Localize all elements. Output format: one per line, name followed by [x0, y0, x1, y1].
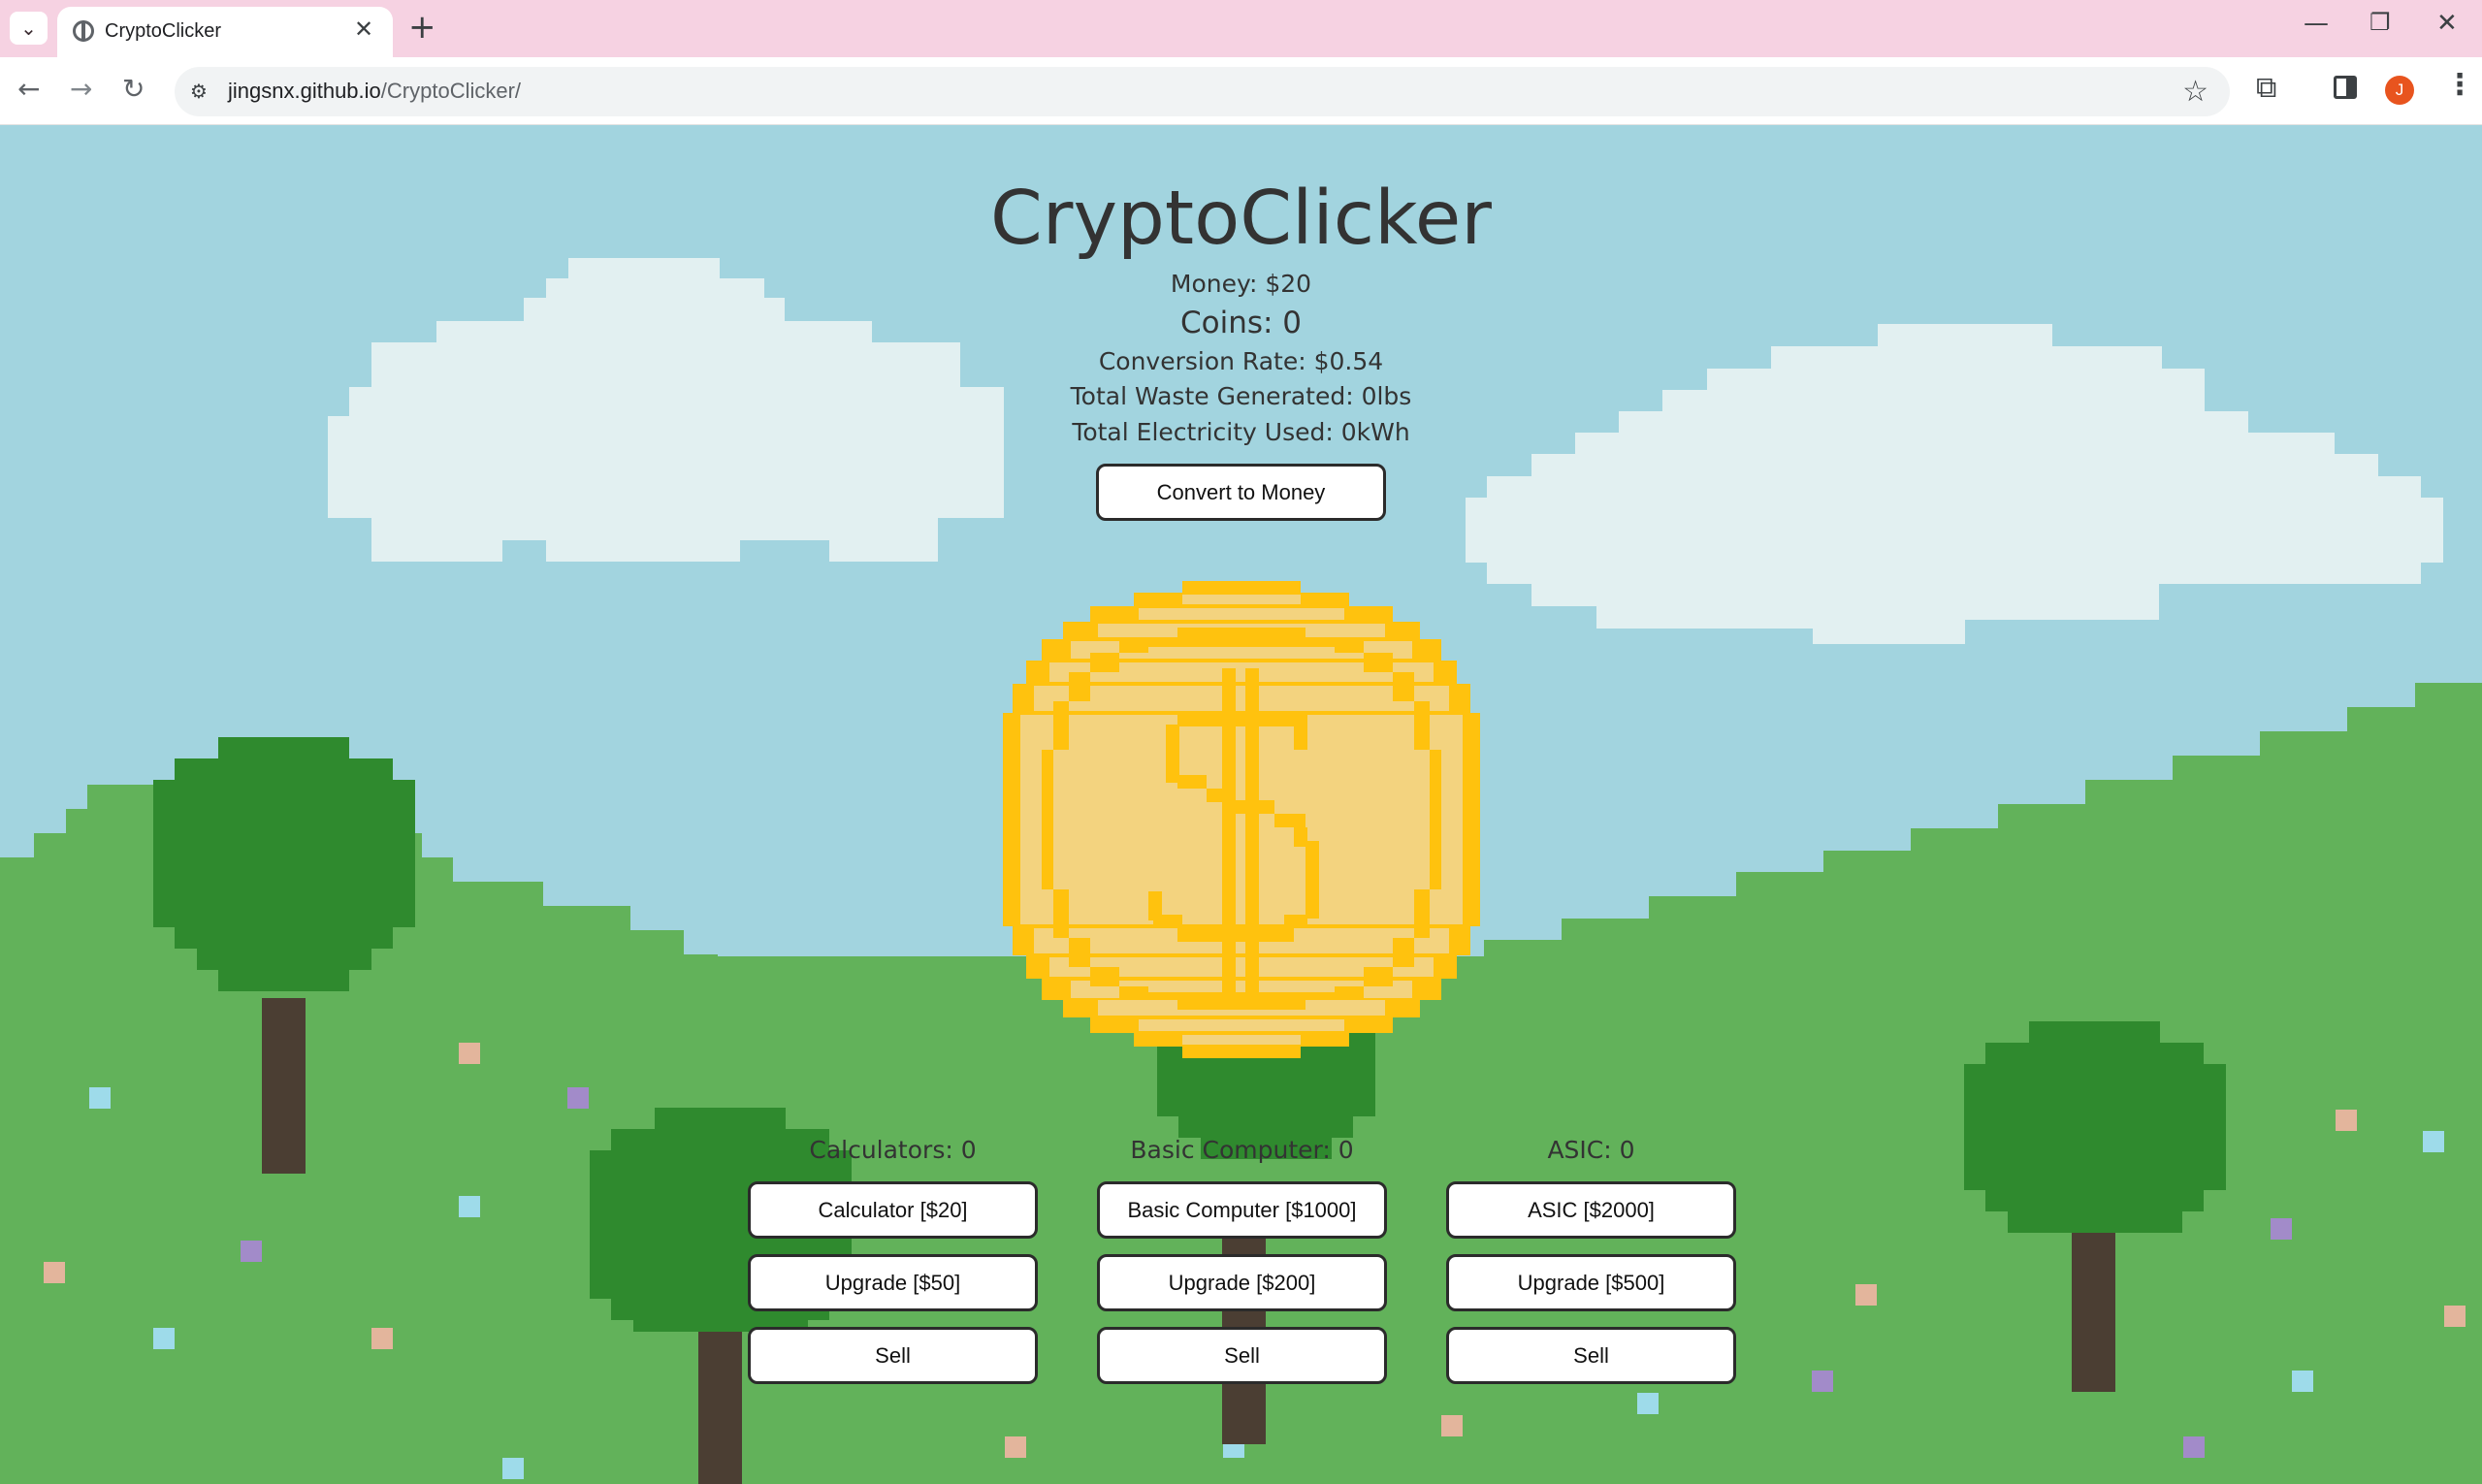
bookmark-star-icon[interactable]: ☆: [2182, 75, 2208, 109]
reload-icon[interactable]: ↻: [122, 73, 145, 106]
forward-arrow-icon[interactable]: →: [70, 73, 92, 106]
profile-avatar[interactable]: J: [2385, 76, 2414, 105]
electricity-readout: Total Electricity Used: 0kWh: [1072, 418, 1410, 446]
browser-tab-strip: ⌄ CryptoClicker ✕ + — ❐ ✕: [0, 0, 2482, 57]
convert-to-money-button[interactable]: Convert to Money: [1096, 464, 1386, 521]
side-panel-icon[interactable]: [2334, 76, 2357, 99]
buy-asic-button[interactable]: ASIC [$2000]: [1446, 1181, 1736, 1239]
sell-calculator-button[interactable]: Sell: [748, 1327, 1038, 1384]
game-page: CryptoClicker Money: $20 Coins: 0 Conver…: [0, 125, 2482, 1484]
new-tab-icon[interactable]: +: [408, 9, 436, 46]
browser-tab[interactable]: CryptoClicker ✕: [57, 7, 393, 57]
waste-readout: Total Waste Generated: 0lbs: [1070, 382, 1412, 410]
tab-search-chevron-icon[interactable]: ⌄: [10, 12, 48, 45]
minimize-icon[interactable]: —: [2304, 9, 2329, 38]
money-readout: Money: $20: [1170, 270, 1312, 298]
coin-clicker-button[interactable]: [1003, 581, 1480, 1058]
site-settings-icon[interactable]: ⚙: [190, 80, 215, 103]
globe-icon: [73, 20, 94, 42]
more-menu-icon[interactable]: ⋮: [2445, 71, 2474, 100]
conversion-rate-readout: Conversion Rate: $0.54: [1098, 347, 1384, 375]
back-arrow-icon[interactable]: ←: [17, 73, 40, 106]
dollar-coin-icon: [1003, 581, 1480, 1058]
calculator-count: Calculators: 0: [809, 1136, 977, 1164]
tab-title: CryptoClicker: [105, 20, 222, 42]
buy-calculator-button[interactable]: Calculator [$20]: [748, 1181, 1038, 1239]
window-close-icon[interactable]: ✕: [2436, 9, 2458, 38]
sell-basic-computer-button[interactable]: Sell: [1097, 1327, 1387, 1384]
game-title: CryptoClicker: [990, 176, 1492, 262]
url-text[interactable]: jingsnx.github.io/CryptoClicker/: [228, 79, 521, 104]
basic-computer-count: Basic Computer: 0: [1130, 1136, 1354, 1164]
buy-basic-computer-button[interactable]: Basic Computer [$1000]: [1097, 1181, 1387, 1239]
coins-readout: Coins: 0: [1179, 306, 1303, 340]
address-bar[interactable]: ⚙ jingsnx.github.io/CryptoClicker/ ☆: [175, 67, 2230, 116]
close-icon[interactable]: ✕: [354, 16, 373, 43]
asic-count: ASIC: 0: [1547, 1136, 1635, 1164]
upgrade-basic-computer-button[interactable]: Upgrade [$200]: [1097, 1254, 1387, 1311]
browser-toolbar: ← → ↻ ⚙ jingsnx.github.io/CryptoClicker/…: [0, 57, 2482, 125]
sell-asic-button[interactable]: Sell: [1446, 1327, 1736, 1384]
restore-icon[interactable]: ❐: [2369, 9, 2391, 36]
upgrade-calculator-button[interactable]: Upgrade [$50]: [748, 1254, 1038, 1311]
extensions-puzzle-icon[interactable]: ⧉: [2256, 71, 2276, 105]
upgrade-asic-button[interactable]: Upgrade [$500]: [1446, 1254, 1736, 1311]
